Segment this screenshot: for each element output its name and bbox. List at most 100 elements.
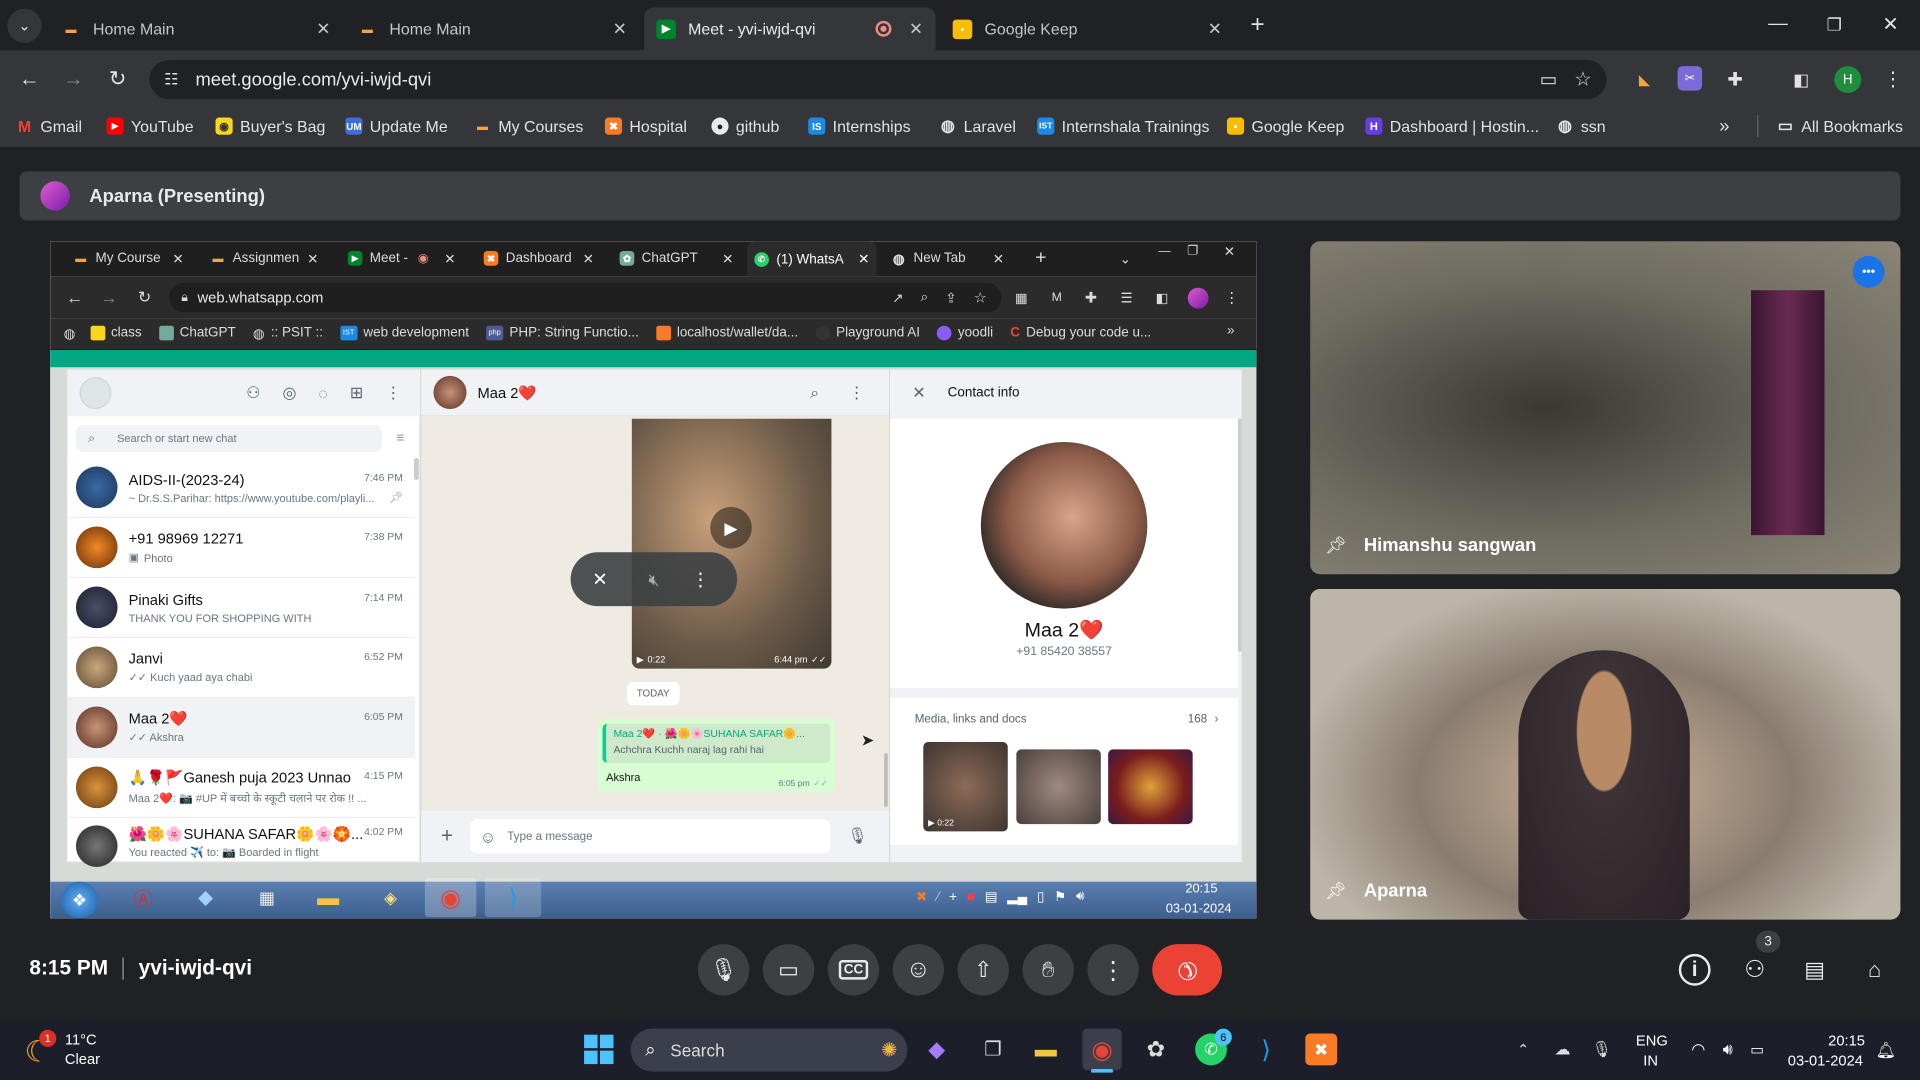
filter-icon[interactable]: ≡ xyxy=(393,430,408,447)
bookmark-psit[interactable]: ◍:: PSIT :: xyxy=(253,325,323,341)
people-button[interactable]: ⚇ xyxy=(1738,954,1772,986)
close-icon[interactable]: ✕ xyxy=(444,250,455,267)
restore-window-button[interactable]: ❐ xyxy=(1817,10,1851,39)
language-indicator[interactable]: ENG xyxy=(1636,1032,1668,1049)
explorer-folder-icon[interactable]: ▬ xyxy=(311,882,345,914)
back-icon[interactable]: ← xyxy=(15,65,44,94)
app-icon[interactable]: ◆ xyxy=(190,882,222,914)
bookmark-php-string-functions[interactable]: php PHP: String Functio... xyxy=(486,325,639,341)
bookmark-youtube[interactable]: ▶ YouTube xyxy=(106,115,194,137)
chat-list-scrollbar[interactable] xyxy=(413,457,419,481)
message-input[interactable]: ☺ Type a message xyxy=(470,819,831,854)
volume-tray-icon[interactable]: 🔊︎ xyxy=(1076,889,1084,905)
browser-tab-active[interactable]: ▶ Meet - yvi-iwjd-qvi ✕ xyxy=(644,7,936,51)
chat-list-item[interactable]: Janvi 6:52 PM ✓✓ Kuch yaad aya chabi xyxy=(67,637,416,698)
participant-tile[interactable]: 📌︎ Aparna xyxy=(1310,588,1901,920)
more-options-button[interactable]: ⋮ xyxy=(1087,944,1139,996)
tray-icon[interactable]: ▯ xyxy=(1037,889,1044,905)
activities-button[interactable]: ⌂ xyxy=(1859,954,1891,986)
camera-in-use-icon[interactable]: ▭ xyxy=(1540,69,1557,91)
more-bookmarks-chevron-icon[interactable]: » xyxy=(1719,115,1729,137)
close-icon[interactable]: ✕ xyxy=(993,250,1004,267)
search-icon[interactable]: ⌕ xyxy=(810,383,819,403)
shared-reload-icon[interactable]: ↻ xyxy=(133,287,155,309)
microphone-button[interactable]: 🎙︎ xyxy=(697,944,750,996)
flag-tray-icon[interactable]: ⚑ xyxy=(1054,889,1066,905)
bookmark-debug-your-code[interactable]: C Debug your code u... xyxy=(1010,326,1151,341)
menu-icon[interactable]: ⋮ xyxy=(849,383,865,403)
bookmark-playground-ai[interactable]: Playground AI xyxy=(815,325,920,341)
bookmark-buyers-bag[interactable]: ◉ Buyer's Bag xyxy=(215,115,325,137)
chrome-menu-icon[interactable]: ⋮ xyxy=(1881,66,1905,93)
clock-date[interactable]: 03-01-2024 xyxy=(1788,1052,1863,1069)
new-chat-icon[interactable]: ⊞ xyxy=(350,383,363,403)
chat-list-item[interactable]: 🙏🌹🚩Ganesh puja 2023 Unnao 4:15 PM Maa 2❤️… xyxy=(67,757,416,818)
conversation-scrollbar[interactable] xyxy=(884,753,888,807)
mute-audio-icon[interactable]: 🔇︎ xyxy=(642,569,666,590)
close-window-button[interactable]: ✕ xyxy=(1873,10,1907,39)
microphone-tray-icon[interactable]: 🎙︎ xyxy=(1592,1038,1612,1060)
bookmark-yoodli[interactable]: yoodli xyxy=(937,325,993,341)
bookmark-github[interactable]: ● github xyxy=(711,115,779,137)
shared-tab[interactable]: ▬ Assignmen ✕ xyxy=(203,245,325,272)
windows7-start-icon[interactable]: ❖ xyxy=(61,881,98,919)
share-icon[interactable]: ⇪ xyxy=(945,290,956,306)
shared-tab-search-icon[interactable]: ⌄ xyxy=(1114,247,1136,269)
leave-call-button[interactable]: ✆ xyxy=(1152,944,1223,996)
close-icon[interactable]: ✕ xyxy=(722,250,733,267)
media-thumbnail[interactable] xyxy=(1108,749,1193,825)
chat-list-item[interactable]: Pinaki Gifts 7:14 PM THANK YOU FOR SHOPPI… xyxy=(67,577,416,638)
new-tab-button[interactable]: + xyxy=(1243,10,1272,39)
side-panel-icon[interactable]: ◧ xyxy=(1152,288,1172,308)
bookmark-google-keep[interactable]: ▪ Google Keep xyxy=(1226,115,1344,137)
shared-profile-avatar[interactable] xyxy=(1187,287,1209,309)
bookmark-internshala-trainings[interactable]: IST Internshala Trainings xyxy=(1037,115,1209,137)
clock-time[interactable]: 20:15 xyxy=(1828,1032,1865,1049)
close-icon[interactable]: ✕ xyxy=(307,250,318,267)
contact-info-scrollbar[interactable] xyxy=(1237,418,1242,652)
bookmark-chatgpt[interactable]: ChatGPT xyxy=(158,325,236,341)
participant-more-options-button[interactable]: ••• xyxy=(1852,255,1885,288)
shared-new-tab-button[interactable]: + xyxy=(1029,245,1053,272)
communities-icon[interactable]: ⚇ xyxy=(246,383,260,403)
shared-address-bar[interactable]: 🔒︎ web.whatsapp.com ↗ ⌕ ⇪ ☆ xyxy=(168,282,1002,313)
all-bookmarks-button[interactable]: ▭ All Bookmarks xyxy=(1777,115,1903,137)
shared-close-button[interactable]: ✕ xyxy=(1218,241,1240,261)
vscode-taskbar-icon[interactable]: ⟩ xyxy=(484,877,542,918)
reading-list-icon[interactable]: ☰ xyxy=(1117,288,1137,308)
bookmark-my-courses[interactable]: ▬ My Courses xyxy=(474,115,583,137)
shared-tab[interactable]: ▬ My Course ✕ xyxy=(66,245,191,272)
bookmark-laravel[interactable]: ◍ Laravel xyxy=(939,115,1016,137)
channels-icon[interactable]: ◌ xyxy=(318,384,327,402)
tray-icon[interactable]: ⁄ xyxy=(937,890,939,905)
close-icon[interactable]: ✕ xyxy=(172,250,183,267)
shared-more-bookmarks-icon[interactable]: » xyxy=(1227,323,1235,338)
shared-menu-icon[interactable]: ⋮ xyxy=(1225,288,1240,308)
bookmark-web-development[interactable]: IST web development xyxy=(340,325,469,341)
quoted-reply[interactable]: Maa 2❤️ · 🌺🌼🌸SUHANA SAFAR🌼... Achchra Ku… xyxy=(602,723,831,763)
extension-icon[interactable]: ◣ xyxy=(1631,66,1658,93)
extension-icon[interactable]: M xyxy=(1047,288,1067,308)
notifications-bell-icon[interactable]: 🔔︎ xyxy=(1876,1041,1896,1061)
battery-icon[interactable]: ▭ xyxy=(1746,1038,1768,1060)
unpin-icon[interactable]: ✕ xyxy=(588,568,612,590)
shared-tab[interactable]: ✿ ChatGPT ✕ xyxy=(612,245,741,272)
close-icon[interactable]: ✕ xyxy=(909,18,923,39)
my-avatar[interactable] xyxy=(79,377,112,409)
tray-icon[interactable]: ■ xyxy=(967,890,975,905)
chat-search-input[interactable]: ⌕ Search or start new chat xyxy=(75,424,383,452)
weather-widget[interactable]: ☾ 1 11°C Clear xyxy=(24,1029,146,1072)
browser-tab[interactable]: ▬ Home Main ✕ xyxy=(49,7,343,50)
shared-forward-icon[interactable]: → xyxy=(98,287,120,309)
close-icon[interactable]: ✕ xyxy=(316,18,330,39)
volume-icon[interactable]: 🔊︎ xyxy=(1717,1038,1739,1060)
chrome-taskbar-icon[interactable]: ◉ xyxy=(424,877,477,918)
shared-tab[interactable]: ✖ Dashboard ✕ xyxy=(476,245,601,272)
raise-hand-button[interactable]: ✋︎ xyxy=(1022,944,1074,996)
emoji-icon[interactable]: ☺ xyxy=(480,827,496,845)
close-icon[interactable]: ✕ xyxy=(858,251,869,267)
close-icon[interactable]: ✕ xyxy=(1208,18,1222,39)
media-links-docs-row[interactable]: Media, links and docs 168 › xyxy=(915,713,1219,726)
vscode-taskbar-icon[interactable]: ⟩ xyxy=(1250,1033,1282,1065)
acrobat-icon[interactable]: Ⓐ xyxy=(127,882,159,914)
